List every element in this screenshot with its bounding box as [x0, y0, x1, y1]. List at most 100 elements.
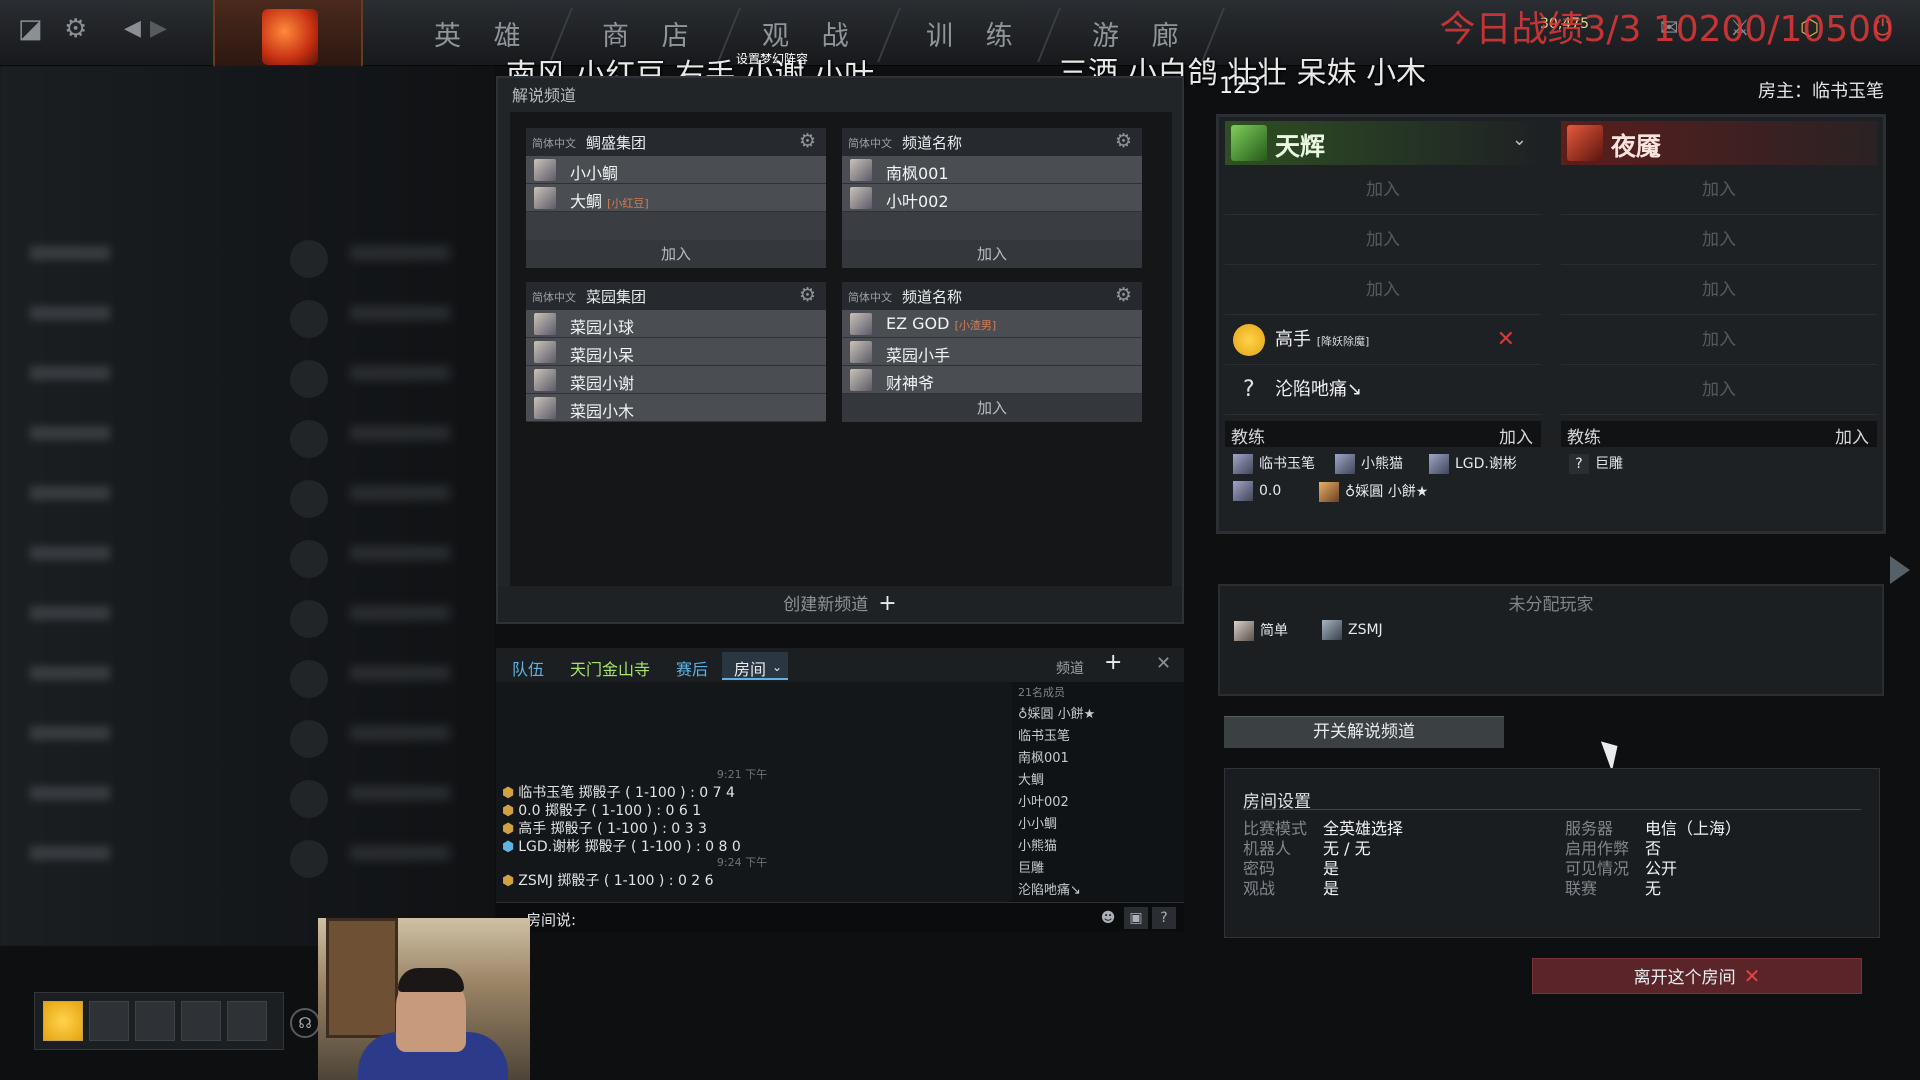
coach-join-button[interactable]: 加入: [1499, 423, 1533, 448]
party-slot-empty[interactable]: [89, 1001, 129, 1041]
party-slot-self[interactable]: [43, 1001, 83, 1041]
radiant-player[interactable]: ? 沦陷吔痛↘: [1225, 365, 1541, 415]
avatar: [534, 369, 556, 391]
channel-member[interactable]: 菜园小谢: [526, 366, 826, 394]
channel-member[interactable]: 菜园小呆: [526, 338, 826, 366]
create-channel-button[interactable]: 创建新频道 +: [498, 586, 1182, 622]
channel-member[interactable]: 菜园小手: [842, 338, 1142, 366]
unassigned-player[interactable]: ZSMJ: [1322, 620, 1383, 644]
chat-log: 9:21 下午 ⬢ 临书玉笔 掷骰子 ( 1-100 ) : 0 7 4 ⬢ 0.0…: [502, 688, 1002, 889]
settings-gear-icon[interactable]: ⚙: [64, 14, 87, 44]
list-item[interactable]: 大鲷: [1012, 770, 1184, 792]
nav-learn[interactable]: 训 练: [926, 14, 1025, 53]
chat-message: ⬢ ZSMJ 掷骰子 ( 1-100 ) : 0 2 6: [502, 873, 714, 889]
chat-input-field[interactable]: 房间说: ☻ ▣ ?: [496, 902, 1184, 932]
dire-slot-join[interactable]: 加入: [1561, 215, 1877, 265]
nav-store[interactable]: 商 店: [602, 14, 701, 53]
channels-label[interactable]: 频道: [1056, 658, 1084, 678]
coach-chip[interactable]: LGD.谢彬: [1429, 453, 1517, 477]
list-item[interactable]: 临书玉笔: [1012, 726, 1184, 748]
coach-chip[interactable]: 临书玉笔: [1233, 453, 1315, 477]
list-item[interactable]: 小叶002: [1012, 792, 1184, 814]
chevron-down-icon[interactable]: ⌄: [772, 660, 782, 674]
channel-settings-gear-icon[interactable]: ⚙: [799, 284, 816, 306]
list-item[interactable]: 小熊猫: [1012, 836, 1184, 858]
expand-arrow-icon[interactable]: [1890, 556, 1910, 584]
nav-heroes[interactable]: 英 雄: [434, 14, 533, 53]
toggle-broadcast-button[interactable]: 开关解说频道: [1224, 716, 1504, 748]
avatar: [850, 341, 872, 363]
coach-label: 教练: [1567, 428, 1601, 448]
join-channel-button[interactable]: 加入: [842, 394, 1142, 422]
back-arrow-icon[interactable]: ◀: [124, 14, 141, 44]
kick-player-icon[interactable]: ✕: [1497, 315, 1515, 365]
broadcast-channel-card: 简体中文 菜园集团 ⚙ 菜园小球 菜园小呆 菜园小谢 菜园小木: [526, 282, 826, 422]
broadcast-channels-panel: 解说频道 简体中文 鲷盛集团 ⚙ 小小鲷 大鲷 [小红豆] 加入 简体中文 频道名称 ⚙…: [496, 76, 1184, 624]
forward-arrow-icon[interactable]: ▶: [150, 14, 167, 44]
party-slot-empty[interactable]: [181, 1001, 221, 1041]
channel-member[interactable]: 小小鲷: [526, 156, 826, 184]
unknown-avatar-icon: ?: [1243, 377, 1255, 402]
channel-language: 简体中文: [848, 137, 892, 150]
help-icon[interactable]: ?: [1152, 907, 1176, 929]
chat-message: ⬢ 0.0 掷骰子 ( 1-100 ) : 0 6 1: [502, 803, 702, 819]
avatar: [1233, 454, 1253, 474]
nav-watch[interactable]: 观 战: [762, 14, 861, 53]
avatar: [1429, 454, 1449, 474]
tab-room[interactable]: 房间: [734, 656, 766, 680]
unassigned-player[interactable]: 简单: [1234, 620, 1288, 644]
dota-logo-icon: [262, 9, 318, 65]
tab-postgame[interactable]: 赛后: [676, 656, 708, 680]
tab-tianmen[interactable]: 天门金山寺: [570, 656, 650, 680]
party-slot-empty[interactable]: [227, 1001, 267, 1041]
list-item[interactable]: 小小鲷: [1012, 814, 1184, 836]
radiant-team: 天辉 ⌄ 加入 加入 加入 高手 [降妖除魔] ✕ ? 沦陷吔痛↘ 教练 加入 临…: [1225, 121, 1541, 525]
channel-member[interactable]: 菜园小木: [526, 394, 826, 422]
dota-home-button[interactable]: [213, 0, 363, 72]
dire-slot-join[interactable]: 加入: [1561, 315, 1877, 365]
dire-team-name: 夜魇: [1611, 132, 1662, 161]
coach-chip[interactable]: 0.0: [1233, 481, 1281, 505]
coach-chip[interactable]: 小熊猫: [1335, 453, 1403, 477]
list-item[interactable]: ♁婇圓 小餅★: [1012, 704, 1184, 726]
radiant-slot-join[interactable]: 加入: [1225, 165, 1541, 215]
tab-team[interactable]: 队伍: [512, 656, 544, 680]
channel-member[interactable]: 小叶002: [842, 184, 1142, 212]
party-slot-empty[interactable]: [135, 1001, 175, 1041]
channel-member[interactable]: 菜园小球: [526, 310, 826, 338]
coach-chip[interactable]: ? 巨雕: [1569, 453, 1623, 477]
list-item[interactable]: 南枫001: [1012, 748, 1184, 770]
dota-plus-icon[interactable]: ◪: [18, 14, 43, 44]
dream-lineup-notice[interactable]: 设置梦幻阵容: [736, 50, 808, 67]
channel-settings-gear-icon[interactable]: ⚙: [1115, 284, 1132, 306]
coach-chip[interactable]: ♁婇圓 小餅★: [1319, 481, 1428, 505]
dire-slot-join[interactable]: 加入: [1561, 365, 1877, 415]
join-channel-button[interactable]: 加入: [526, 240, 826, 268]
chevron-down-icon[interactable]: ⌄: [1512, 129, 1527, 150]
emoji-icon[interactable]: ☻: [1096, 907, 1120, 929]
chat-member-list: 21名成员 ♁婇圓 小餅★ 临书玉笔 南枫001 大鲷 小叶002 小小鲷 小熊…: [1012, 682, 1184, 920]
channel-settings-gear-icon[interactable]: ⚙: [799, 130, 816, 152]
avatar: [1322, 620, 1342, 640]
chat-panel: 队伍 天门金山寺 赛后 房间 ⌄ 频道 + ✕ 9:21 下午 ⬢ 临书玉笔 掷骰…: [496, 648, 1184, 932]
channel-member[interactable]: 大鲷 [小红豆]: [526, 184, 826, 212]
add-channel-plus-icon[interactable]: +: [1104, 650, 1122, 675]
coach-join-button[interactable]: 加入: [1835, 423, 1869, 448]
list-item[interactable]: 沦陷吔痛↘: [1012, 880, 1184, 902]
radiant-slot-join[interactable]: 加入: [1225, 215, 1541, 265]
channel-member[interactable]: 财神爷: [842, 366, 1142, 394]
channel-settings-gear-icon[interactable]: ⚙: [1115, 130, 1132, 152]
screenshot-icon[interactable]: ▣: [1124, 907, 1148, 929]
close-chat-icon[interactable]: ✕: [1156, 653, 1171, 674]
channel-member[interactable]: EZ GOD [小渣男]: [842, 310, 1142, 338]
voice-headset-icon[interactable]: ☊: [290, 1008, 320, 1038]
dire-slot-join[interactable]: 加入: [1561, 265, 1877, 315]
leave-room-button[interactable]: 离开这个房间 ✕: [1532, 958, 1862, 994]
radiant-player[interactable]: 高手 [降妖除魔] ✕: [1225, 315, 1541, 365]
radiant-slot-join[interactable]: 加入: [1225, 265, 1541, 315]
avatar: [1233, 324, 1265, 356]
join-channel-button[interactable]: 加入: [842, 240, 1142, 268]
list-item[interactable]: 巨雕: [1012, 858, 1184, 880]
dire-slot-join[interactable]: 加入: [1561, 165, 1877, 215]
channel-member[interactable]: 南枫001: [842, 156, 1142, 184]
